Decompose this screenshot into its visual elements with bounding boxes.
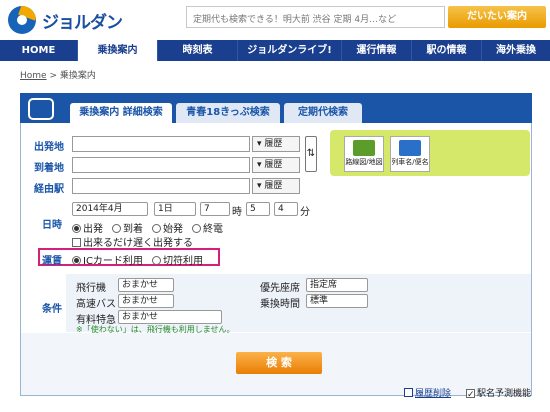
breadcrumb: Home > 乗換案内: [20, 68, 96, 81]
fare-label: 運賃: [42, 256, 62, 267]
logo-mark-icon: [8, 6, 36, 34]
from-history-select[interactable]: ▾ 履歴: [252, 136, 300, 152]
radio-arrival[interactable]: 到着: [112, 220, 143, 235]
day-select[interactable]: 1日: [154, 202, 196, 216]
radio-first-train[interactable]: 始発: [152, 220, 183, 235]
hour-select[interactable]: 7: [200, 202, 230, 216]
train-name-label: 列車名/便名: [391, 158, 429, 166]
airplane-label: 飛行機: [76, 283, 106, 294]
datetime-label: 日時: [42, 220, 62, 231]
breadcrumb-separator: >: [49, 71, 57, 81]
history-delete-label: 履歴削除: [415, 389, 452, 399]
to-input[interactable]: [72, 157, 250, 173]
nav-station-info[interactable]: 駅の情報: [412, 40, 482, 61]
search-button[interactable]: 検 索: [236, 352, 322, 374]
radio-icon: [152, 256, 161, 265]
tab-seishun18[interactable]: 青春18きっぷ検索: [176, 103, 280, 123]
via-history-label: 履歴: [264, 181, 283, 191]
search-input[interactable]: 定期代も検索できる！明大前 渋谷 定期 4月…など: [186, 6, 445, 28]
station-predict-checkbox[interactable]: ✓ 駅名予測機能: [466, 386, 532, 400]
year-month-select[interactable]: 2014年4月: [72, 202, 148, 216]
transfer-time-label: 乗換時間: [260, 299, 300, 310]
nav-transfer[interactable]: 乗換案内: [78, 40, 158, 61]
via-label: 経由駅: [34, 184, 64, 195]
airplane-select[interactable]: おまかせ: [118, 278, 174, 292]
nav-traffic-info[interactable]: 運行情報: [342, 40, 412, 61]
radio-icon: [112, 224, 121, 233]
radio-icon: [192, 224, 201, 233]
priority-seat-label: 優先座席: [260, 283, 300, 294]
minute-unit: 分: [300, 207, 310, 218]
conditions-note: ※「使わない」は、飛行機も利用しません。: [76, 325, 235, 334]
highway-bus-label: 高速バス: [76, 299, 116, 310]
ic-card-label: ICカード利用: [83, 256, 143, 267]
nav-timetable[interactable]: 時刻表: [158, 40, 238, 61]
highway-bus-select[interactable]: おまかせ: [118, 294, 174, 308]
radio-departure[interactable]: 出発: [72, 220, 103, 235]
to-label: 到着地: [34, 163, 64, 174]
radio-last-label: 終電: [203, 224, 223, 235]
main-nav: HOME 乗換案内 時刻表 ジョルダンライブ! 運行情報 駅の情報 海外乗換: [0, 40, 550, 61]
via-input[interactable]: [72, 178, 250, 194]
radio-ticket[interactable]: 切符利用: [152, 252, 203, 267]
from-input[interactable]: [72, 136, 250, 152]
tab-commuter-pass[interactable]: 定期代検索: [284, 103, 362, 123]
hour-unit: 時: [232, 207, 242, 218]
checkbox-icon: [72, 238, 81, 247]
to-history-label: 履歴: [264, 160, 283, 170]
from-label: 出発地: [34, 142, 64, 153]
train-icon: [28, 98, 54, 120]
jorudan-logo[interactable]: ジョルダン: [8, 6, 123, 34]
via-history-select[interactable]: ▾ 履歴: [252, 178, 300, 194]
route-map-button[interactable]: 路線図/地図: [344, 136, 384, 172]
minute-tens-select[interactable]: 5: [246, 202, 270, 216]
train-icon-small: [399, 140, 421, 156]
nav-live[interactable]: ジョルダンライブ!: [238, 40, 342, 61]
radio-last-train[interactable]: 終電: [192, 220, 223, 235]
map-icon: [353, 140, 375, 156]
delete-icon: [404, 388, 413, 397]
train-name-button[interactable]: 列車名/便名: [390, 136, 430, 172]
transfer-time-select[interactable]: 標準: [306, 294, 368, 308]
swap-stations-button[interactable]: ⇅: [305, 136, 317, 172]
logo-text: ジョルダン: [42, 12, 123, 33]
express-select[interactable]: おまかせ: [118, 310, 222, 324]
nav-overseas[interactable]: 海外乗換: [482, 40, 550, 61]
radio-icon: [152, 224, 161, 233]
history-delete-link[interactable]: 履歴削除: [404, 386, 451, 399]
radio-icon: [72, 224, 81, 233]
route-map-label: 路線図/地図: [345, 158, 383, 166]
nav-home[interactable]: HOME: [0, 40, 78, 61]
priority-seat-select[interactable]: 指定席: [306, 278, 368, 292]
minute-ones-select[interactable]: 4: [274, 202, 298, 216]
late-departure-checkbox[interactable]: 出来るだけ遅く出発する: [72, 234, 193, 249]
ticket-label: 切符利用: [163, 256, 203, 267]
radio-ic-card[interactable]: ICカード利用: [72, 252, 143, 267]
search-submit-button[interactable]: だいたい案内: [448, 6, 546, 28]
breadcrumb-home[interactable]: Home: [20, 71, 47, 81]
breadcrumb-current: 乗換案内: [59, 71, 96, 81]
station-predict-label: 駅名予測機能: [477, 389, 532, 399]
checkbox-checked-icon: ✓: [466, 389, 475, 400]
to-history-select[interactable]: ▾ 履歴: [252, 157, 300, 173]
conditions-label: 条件: [42, 304, 62, 315]
radio-icon: [72, 256, 81, 265]
from-history-label: 履歴: [264, 139, 283, 149]
tab-detailed-search[interactable]: 乗換案内 詳細検索: [70, 103, 172, 123]
